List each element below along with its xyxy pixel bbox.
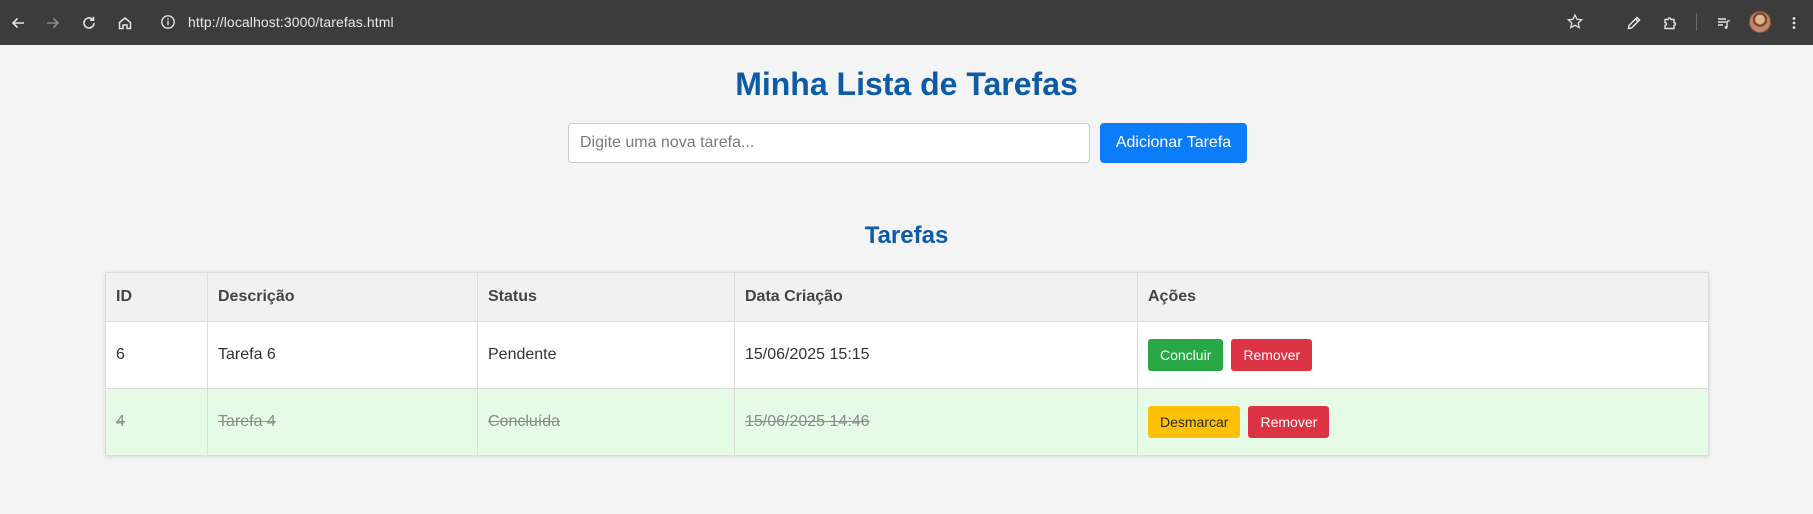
header-created: Data Criação bbox=[734, 272, 1138, 322]
forward-arrow-icon[interactable] bbox=[39, 9, 67, 37]
cell-status: Pendente bbox=[477, 321, 735, 389]
address-bar[interactable]: http://localhost:3000/tarefas.html bbox=[150, 5, 1600, 39]
puzzle-icon[interactable] bbox=[1656, 9, 1684, 37]
cell-status: Concluída bbox=[477, 388, 735, 456]
table-row: 4 Tarefa 4 Concluída 15/06/2025 14:46 De… bbox=[105, 388, 1709, 456]
media-queue-icon[interactable] bbox=[1710, 9, 1738, 37]
url-text[interactable]: http://localhost:3000/tarefas.html bbox=[188, 14, 394, 30]
cell-description: Tarefa 4 bbox=[207, 388, 478, 456]
header-description: Descrição bbox=[207, 272, 478, 322]
complete-button[interactable]: Concluir bbox=[1148, 339, 1224, 371]
back-arrow-icon[interactable] bbox=[4, 9, 32, 37]
cell-created: 15/06/2025 15:15 bbox=[734, 321, 1138, 389]
tasks-section-title: Tarefas bbox=[864, 222, 949, 249]
cell-actions: Desmarcar Remover bbox=[1137, 388, 1709, 456]
cell-actions: Concluir Remover bbox=[1137, 321, 1709, 389]
avatar[interactable] bbox=[1749, 11, 1771, 33]
info-icon[interactable] bbox=[160, 14, 176, 30]
eyedropper-icon[interactable] bbox=[1620, 9, 1648, 37]
cell-created: 15/06/2025 14:46 bbox=[734, 388, 1138, 456]
table-header-row: ID Descrição Status Data Criação Ações bbox=[105, 272, 1709, 322]
page-title: Minha Lista de Tarefas bbox=[735, 66, 1078, 102]
tasks-table: ID Descrição Status Data Criação Ações 6… bbox=[105, 272, 1709, 456]
header-id: ID bbox=[105, 272, 208, 322]
table-row: 6 Tarefa 6 Pendente 15/06/2025 15:15 Con… bbox=[105, 321, 1709, 389]
more-vert-icon[interactable] bbox=[1780, 9, 1808, 37]
remove-button[interactable]: Remover bbox=[1231, 339, 1313, 371]
add-task-button[interactable]: Adicionar Tarefa bbox=[1100, 123, 1247, 163]
toolbar-divider bbox=[1696, 13, 1697, 31]
browser-toolbar: http://localhost:3000/tarefas.html bbox=[0, 0, 1813, 45]
cell-id: 4 bbox=[105, 388, 208, 456]
new-task-input[interactable] bbox=[568, 123, 1090, 163]
home-icon[interactable] bbox=[111, 9, 139, 37]
remove-button[interactable]: Remover bbox=[1248, 406, 1330, 438]
unmark-button[interactable]: Desmarcar bbox=[1148, 406, 1241, 438]
cell-description: Tarefa 6 bbox=[207, 321, 478, 389]
header-status: Status bbox=[477, 272, 735, 322]
star-icon[interactable] bbox=[1566, 13, 1584, 31]
header-actions: Ações bbox=[1137, 272, 1709, 322]
cell-id: 6 bbox=[105, 321, 208, 389]
reload-icon[interactable] bbox=[75, 9, 103, 37]
